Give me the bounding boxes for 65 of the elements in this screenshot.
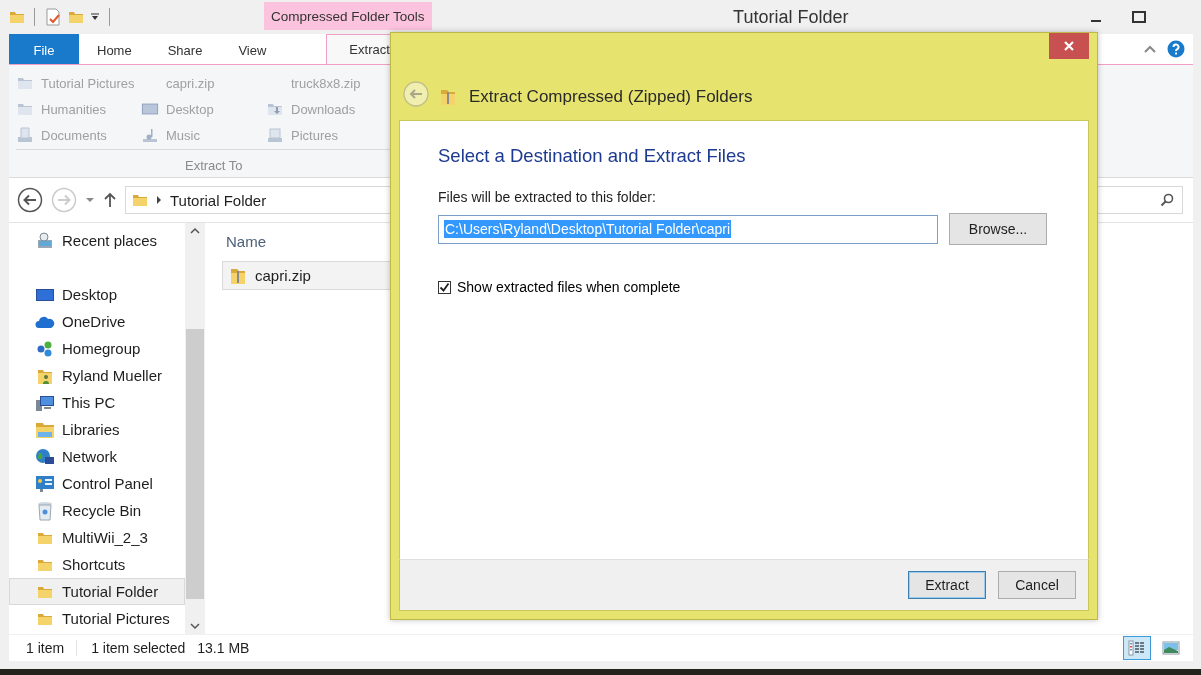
folder-icon bbox=[9, 9, 25, 25]
folder-icon bbox=[17, 101, 33, 117]
status-text: 1 item bbox=[9, 640, 78, 656]
monitor-icon bbox=[35, 286, 55, 303]
nav-item[interactable]: Tutorial Folder bbox=[9, 578, 185, 605]
nav-item[interactable]: Libraries bbox=[9, 416, 185, 443]
dialog-title: Extract Compressed (Zipped) Folders bbox=[469, 87, 753, 107]
window-title: Tutorial Folder bbox=[732, 6, 850, 28]
music-note-icon bbox=[142, 127, 158, 143]
dropdown-icon[interactable] bbox=[90, 12, 100, 22]
search-icon bbox=[1160, 193, 1174, 207]
chevron-right-icon[interactable] bbox=[156, 195, 162, 205]
nav-item[interactable]: Homegroup bbox=[9, 335, 185, 362]
nav-item[interactable]: Network bbox=[9, 443, 185, 470]
scroll-up-icon[interactable] bbox=[190, 227, 200, 234]
nav-item[interactable]: This PC bbox=[9, 389, 185, 416]
status-text: 13.1 MB bbox=[196, 640, 251, 656]
breadcrumb[interactable]: Tutorial Folder bbox=[170, 191, 267, 209]
computer-icon bbox=[35, 393, 55, 412]
contextual-tab-label: Compressed Folder Tools bbox=[264, 2, 432, 30]
folder-icon bbox=[132, 192, 148, 208]
browse-button[interactable]: Browse... bbox=[949, 213, 1047, 245]
control-panel-icon bbox=[35, 474, 55, 493]
field-label: Files will be extracted to this folder: bbox=[438, 189, 657, 205]
document-check-icon[interactable] bbox=[44, 8, 62, 26]
folder-arrow-icon bbox=[267, 101, 283, 117]
scroll-down-icon[interactable] bbox=[190, 623, 200, 630]
monitor-icon bbox=[141, 101, 159, 117]
checkbox[interactable] bbox=[438, 280, 451, 294]
ribbon-tab[interactable]: View bbox=[220, 34, 285, 64]
up-arrow-icon[interactable] bbox=[103, 192, 117, 208]
ribbon-tab[interactable]: File bbox=[9, 34, 79, 64]
details-view-icon[interactable] bbox=[1123, 636, 1151, 660]
cloud-icon bbox=[35, 314, 55, 329]
maximize-icon[interactable] bbox=[1132, 11, 1146, 23]
globe-icon bbox=[35, 447, 55, 466]
checkbox-label[interactable]: Show extracted files when complete bbox=[457, 279, 681, 295]
library-folder-icon bbox=[35, 420, 55, 439]
zipped-folder-icon bbox=[439, 87, 457, 107]
nav-item[interactable]: Shortcuts bbox=[9, 551, 185, 578]
dialog-heading: Select a Destination and Extract Files bbox=[438, 145, 747, 167]
ribbon-tab[interactable]: Share bbox=[149, 34, 221, 64]
nav-item[interactable]: Recycle Bin bbox=[9, 497, 185, 524]
close-icon bbox=[1063, 40, 1075, 52]
nav-item[interactable]: Desktop bbox=[9, 281, 185, 308]
close-button[interactable] bbox=[1049, 33, 1089, 59]
help-icon[interactable] bbox=[1167, 40, 1185, 58]
nav-item[interactable]: Recent places bbox=[9, 227, 185, 254]
dialog-button[interactable]: Extract bbox=[908, 571, 986, 599]
scrollbar-thumb[interactable] bbox=[186, 328, 204, 599]
folder-icon bbox=[17, 75, 33, 91]
dialog-button[interactable]: Cancel bbox=[998, 571, 1076, 599]
ribbon-tab[interactable]: Home bbox=[79, 34, 150, 64]
people-group-icon bbox=[36, 339, 54, 358]
nav-item[interactable]: Tutorial Pictures bbox=[9, 605, 185, 632]
chevron-up-icon[interactable] bbox=[1143, 44, 1157, 54]
nav-item[interactable]: MultiWii_2_3 bbox=[9, 524, 185, 551]
status-text: 1 item selected bbox=[90, 640, 187, 656]
computer-clock-icon bbox=[36, 231, 54, 250]
ribbon-group-label: Extract To bbox=[185, 158, 244, 173]
nav-item[interactable]: Control Panel bbox=[9, 470, 185, 497]
back-icon[interactable] bbox=[17, 187, 43, 213]
recycle-bin-icon bbox=[37, 500, 53, 521]
nav-item[interactable]: OneDrive bbox=[9, 308, 185, 335]
nav-item[interactable]: Ryland Mueller bbox=[9, 362, 185, 389]
